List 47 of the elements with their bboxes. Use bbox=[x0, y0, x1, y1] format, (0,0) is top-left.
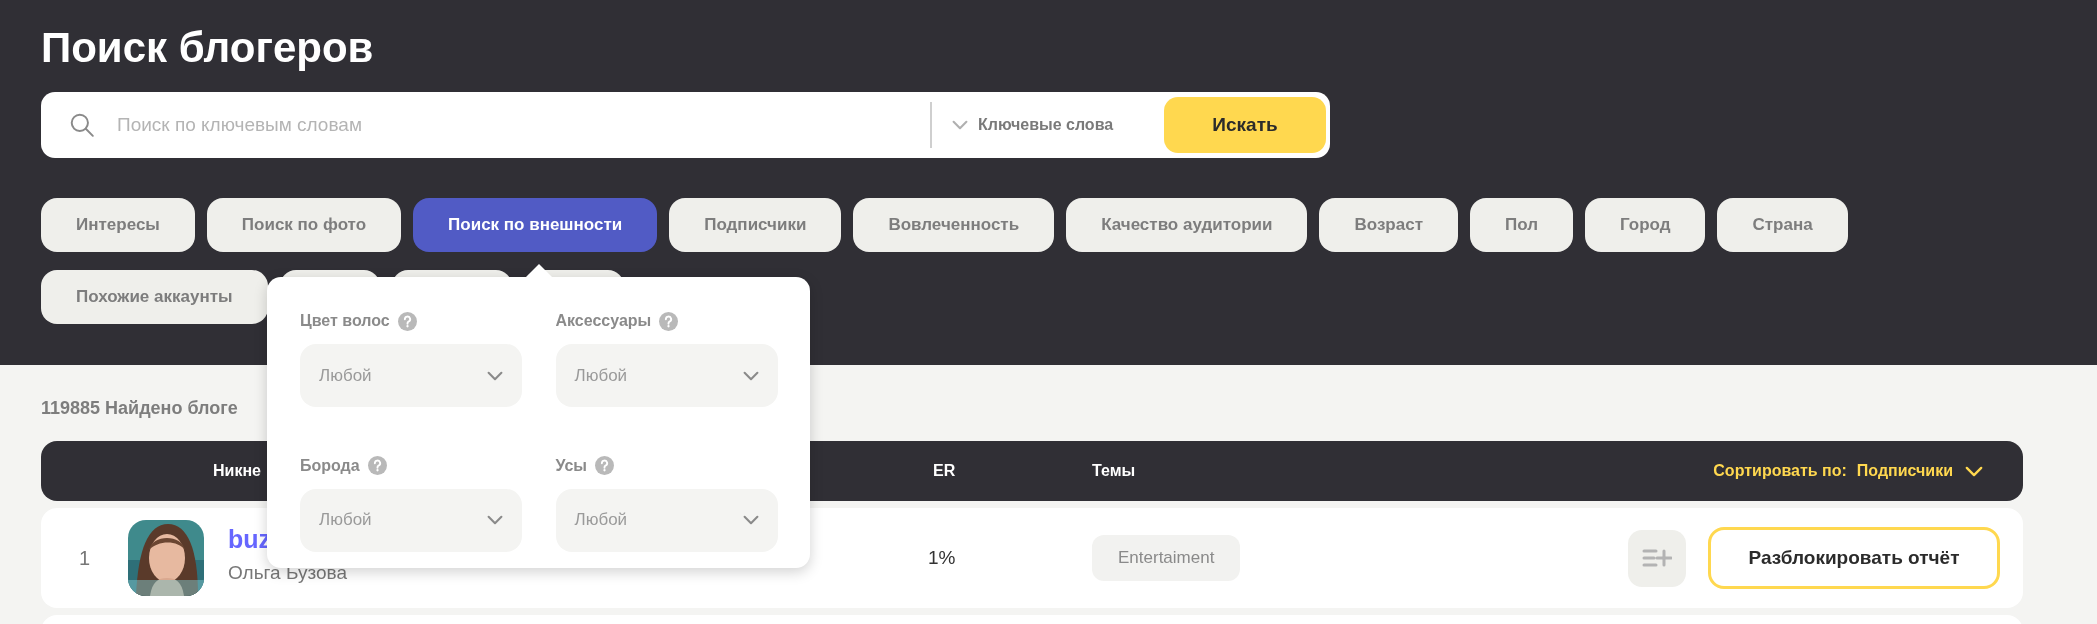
blogger-nickname[interactable]: buz bbox=[228, 524, 272, 554]
sort-dropdown[interactable]: Сортировать по: Подписчики bbox=[1713, 459, 1983, 483]
page-title: Поиск блогеров bbox=[41, 23, 374, 73]
filter-chip[interactable]: Интересы bbox=[41, 198, 195, 252]
chevron-down-icon bbox=[487, 370, 503, 381]
search-button[interactable]: Искать bbox=[1164, 97, 1326, 153]
column-header: ER bbox=[933, 462, 956, 479]
chevron-down-icon bbox=[1965, 465, 1983, 477]
filter-chip[interactable]: Пол bbox=[1470, 198, 1573, 252]
select-field[interactable]: Любой bbox=[300, 344, 522, 407]
select-field[interactable]: Любой bbox=[555, 488, 778, 552]
chevron-down-icon bbox=[952, 120, 968, 130]
er-value: 1% bbox=[928, 545, 957, 570]
help-icon bbox=[659, 311, 679, 331]
field-label: Цвет волос bbox=[300, 311, 390, 331]
field-label: Аксессуары bbox=[555, 311, 652, 331]
filter-chip[interactable]: Подписчики bbox=[669, 198, 842, 252]
topic-tag: Entertaiment bbox=[1092, 535, 1241, 581]
add-to-list-button[interactable] bbox=[1628, 529, 1686, 587]
search-mode-dropdown[interactable]: Ключевые слова bbox=[952, 103, 1114, 147]
list-add-icon bbox=[1642, 548, 1672, 568]
results-count: 119885 Найдено блоге bbox=[41, 397, 238, 420]
field-label: Борода bbox=[300, 455, 360, 476]
column-header: Никне bbox=[213, 462, 261, 479]
select-field[interactable]: Любой bbox=[300, 488, 522, 552]
field-label: Усы bbox=[555, 455, 587, 476]
filter-chip[interactable]: Возраст bbox=[1319, 198, 1458, 252]
select-field[interactable]: Любой bbox=[555, 344, 778, 407]
unlock-report-button[interactable]: Разблокировать отчёт bbox=[1708, 527, 2000, 589]
search-icon bbox=[69, 112, 95, 138]
filter-chip[interactable]: Город bbox=[1584, 198, 1706, 252]
blogger-name: Ольга Бузова bbox=[228, 562, 347, 584]
chevron-down-icon bbox=[742, 370, 759, 381]
help-icon bbox=[397, 311, 417, 331]
help-icon bbox=[367, 456, 387, 475]
chevron-down-icon bbox=[487, 515, 503, 525]
column-header: Темы bbox=[1092, 461, 1136, 481]
filter-chip[interactable]: Страна bbox=[1717, 198, 1848, 252]
search-input[interactable]: Поиск по ключевым словам bbox=[117, 105, 817, 145]
filter-chip[interactable]: Качество аудитории bbox=[1066, 198, 1308, 252]
help-icon bbox=[595, 456, 614, 475]
chevron-down-icon bbox=[742, 515, 759, 525]
filter-chip[interactable]: Поиск по внешности bbox=[413, 198, 658, 252]
rank-number: 1 bbox=[77, 546, 92, 571]
filter-chip[interactable]: Поиск по фото bbox=[206, 198, 402, 252]
filter-chip[interactable]: Вовлеченность bbox=[853, 198, 1055, 252]
filter-chip[interactable]: Похожие аккаунты bbox=[41, 270, 268, 324]
